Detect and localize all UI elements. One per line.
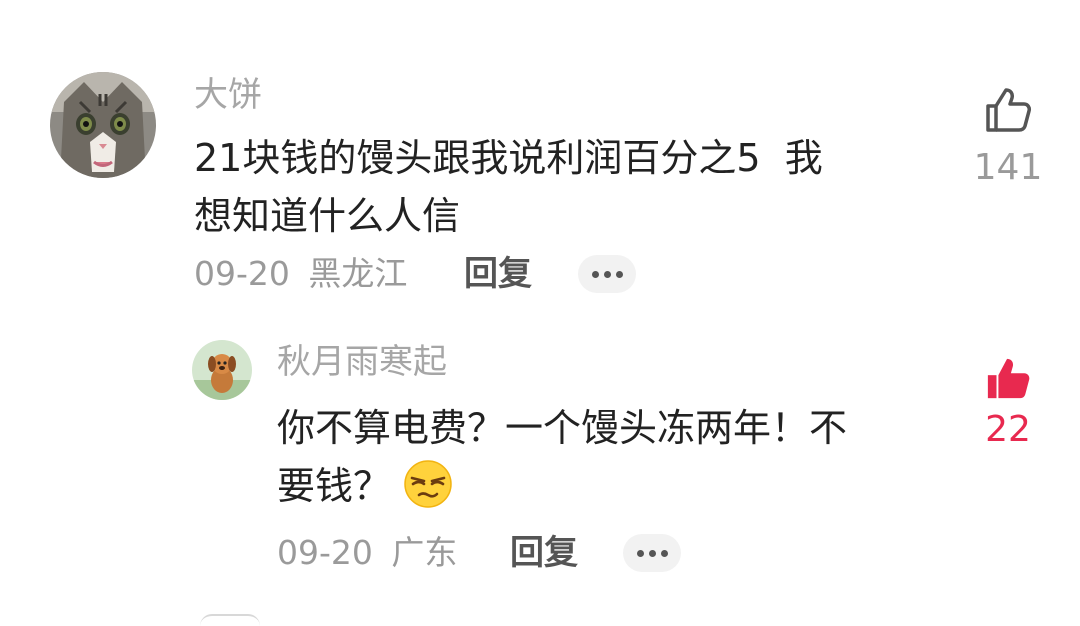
more-dots-icon (615, 270, 623, 278)
more-dots-icon (636, 549, 644, 557)
comment-text-line: 你不算电费？一个馒头冻两年！不 (277, 406, 848, 450)
like-count: 141 (973, 147, 1043, 188)
comment-text-line: 21块钱的馒头跟我说利润百分之5 我 (194, 136, 823, 180)
like-button[interactable]: 141 (972, 86, 1044, 188)
comment-text-line: 想知道什么人信 (194, 194, 461, 238)
more-dots-icon (603, 270, 611, 278)
like-button[interactable]: 22 (972, 356, 1044, 450)
username[interactable]: 大饼 (194, 75, 262, 115)
comment-text-line-2: 要钱？ (277, 457, 967, 515)
smirk-face-emoji-icon (404, 460, 452, 508)
avatar[interactable] (192, 340, 252, 400)
comment-text-line: 要钱？ (277, 464, 392, 508)
next-comment-avatar-partial (200, 614, 260, 626)
cat-avatar-image (50, 72, 156, 178)
more-options-button[interactable] (578, 255, 636, 293)
more-options-button[interactable] (623, 534, 681, 572)
comment-date: 09-20 (194, 254, 290, 293)
comment-text: 你不算电费？一个馒头冻两年！不 要钱？ (277, 399, 967, 515)
comment-location: 黑龙江 (308, 254, 408, 293)
more-dots-icon (660, 549, 668, 557)
comment-text: 21块钱的馒头跟我说利润百分之5 我 想知道什么人信 (194, 129, 954, 245)
thumbs-up-outline-icon (986, 88, 1031, 132)
username[interactable]: 秋月雨寒起 (277, 342, 447, 382)
comment-date: 09-20 (277, 533, 373, 572)
comment-meta: 09-20 广东 (277, 533, 457, 573)
thumbs-up-filled-icon (987, 358, 1030, 399)
avatar[interactable] (50, 72, 156, 178)
reply-button[interactable]: 回复 (510, 533, 578, 573)
more-dots-icon (591, 270, 599, 278)
like-count: 22 (985, 409, 1031, 450)
dog-avatar-image (192, 340, 252, 400)
comment-location: 广东 (391, 533, 458, 572)
comment-meta: 09-20 黑龙江 (194, 254, 407, 294)
more-dots-icon (648, 549, 656, 557)
reply-button[interactable]: 回复 (464, 254, 532, 294)
